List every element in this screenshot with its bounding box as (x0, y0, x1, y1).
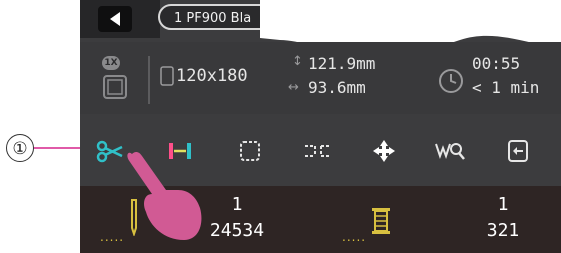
thread-total: 321 (486, 220, 520, 241)
total-time: 00:55 (472, 54, 521, 73)
thread-spool-icon (372, 208, 390, 234)
time-to-next-color: < 1 min (472, 78, 540, 97)
thread-index: 1 (497, 194, 509, 215)
scissors-icon (96, 140, 123, 163)
back-button[interactable] (98, 6, 132, 32)
needle-search-button[interactable] (430, 134, 470, 170)
width-arrow-icon: ↔ (288, 80, 299, 95)
trial-button[interactable] (230, 134, 270, 170)
pointing-hand-icon (127, 152, 202, 240)
header-left (80, 0, 160, 38)
center-move-icon (373, 140, 395, 162)
center-move-button[interactable] (364, 134, 404, 170)
trial-frame-icon (240, 141, 260, 161)
hoop-size-icon (160, 66, 174, 86)
design-height: 121.9mm (308, 54, 376, 73)
exit-icon (508, 140, 528, 162)
height-arrow-icon: ↕ (292, 54, 303, 69)
zoom-badge: 1X (102, 56, 120, 70)
hoop-size: 120x180 (176, 66, 248, 86)
thread-cut-button[interactable] (90, 134, 130, 170)
thread-dots: ..... (342, 230, 367, 244)
design-width: 93.6mm (308, 78, 366, 97)
clock-icon (439, 69, 463, 93)
needle-dots: ..... (100, 230, 125, 244)
basting-icon (305, 145, 331, 157)
basting-button[interactable] (298, 134, 338, 170)
search-icon (435, 143, 465, 160)
embroidery-frame-icon (103, 75, 127, 99)
callout-number: ① (6, 134, 34, 162)
exit-button[interactable] (498, 134, 538, 170)
embroidery-info-row: 1X 120x180 ↕ ↔ 121.9mm 93.6mm 00:55 < 1 … (80, 42, 561, 114)
back-arrow-icon (110, 12, 120, 26)
divider (148, 56, 150, 104)
